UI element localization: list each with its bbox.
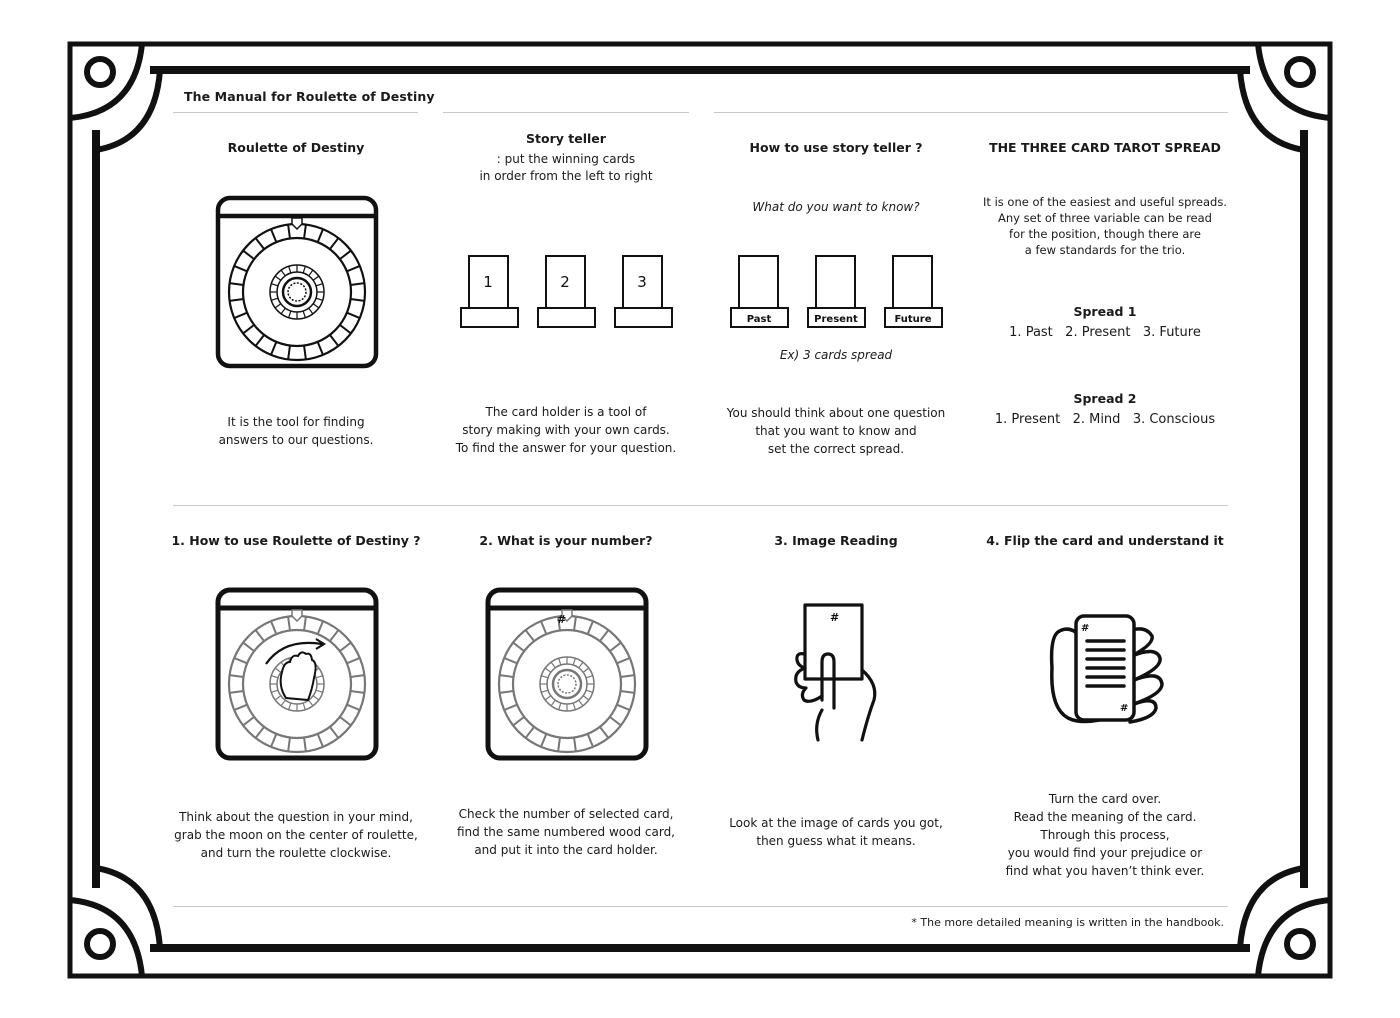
intro-line: It is one of the easiest and useful spre… <box>983 195 1227 209</box>
top-divider-right <box>714 112 1228 113</box>
description-line: The card holder is a tool of <box>485 405 647 419</box>
card-number: 1 <box>483 273 493 291</box>
card-holders-labeled: Past Present Future <box>730 255 943 328</box>
step-3-description: Look at the image of cards you got, then… <box>706 814 966 850</box>
tarot-heading: THE THREE CARD TAROT SPREAD <box>989 140 1221 155</box>
story-teller-section: Story teller : put the winning cards in … <box>446 131 686 185</box>
description-line: Look at the image of cards you got, <box>729 816 943 830</box>
description-line: It is the tool for finding <box>227 415 365 429</box>
card-marker-bottom: # <box>1120 703 1128 714</box>
description-line: and put it into the card holder. <box>474 843 658 857</box>
subtitle-line: : put the winning cards <box>496 152 636 166</box>
holder-label-past: Past <box>747 314 772 325</box>
page-title: The Manual for Roulette of Destiny <box>184 89 435 104</box>
spread-1-items: 1. Past 2. Present 3. Future <box>1009 325 1201 340</box>
description-line: answers to our questions. <box>218 433 374 447</box>
spread-2: Spread 2 1. Present 2. Mind 3. Conscious <box>975 391 1235 427</box>
intro-line: Any set of three variable can be read <box>998 211 1212 225</box>
description-line: grab the moon on the center of roulette, <box>174 828 418 842</box>
title-divider <box>173 112 418 113</box>
roulette-turn-icon <box>215 587 379 761</box>
spread-caption: Ex) 3 cards spread <box>779 348 893 362</box>
roulette-section: Roulette of Destiny <box>176 140 416 155</box>
number-marker: # <box>557 613 566 626</box>
holder-base <box>537 307 596 328</box>
spread-2-title: Spread 2 <box>1073 391 1137 406</box>
hand-flipped-card-icon: # # <box>1049 614 1164 724</box>
question-prompt: What do you want to know? <box>752 200 920 214</box>
card-number: 3 <box>637 273 647 291</box>
top-divider-mid <box>443 112 689 113</box>
step-1-heading: 1. How to use Roulette of Destiny ? <box>171 533 421 548</box>
holder-label-future: Future <box>894 314 931 325</box>
description-line: You should think about one question <box>726 406 946 420</box>
description-line: Check the number of selected card, <box>458 807 674 821</box>
step-4-description: Turn the card over. Read the meaning of … <box>975 790 1235 880</box>
spread-1-title: Spread 1 <box>1073 304 1137 319</box>
step-2-heading: 2. What is your number? <box>479 533 653 548</box>
description-line: find the same numbered wood card, <box>456 825 675 839</box>
step-4-heading: 4. Flip the card and understand it <box>986 533 1224 548</box>
card-marker-top: # <box>1081 623 1089 634</box>
hand-holding-card-icon: # <box>794 603 877 742</box>
description-line: Think about the question in your mind, <box>179 810 413 824</box>
roulette-wheel <box>215 195 379 369</box>
description-line: story making with your own cards. <box>462 423 670 437</box>
description-line: Turn the card over. <box>1048 792 1162 806</box>
description-line: Through this process, <box>1040 828 1170 842</box>
card-marker: # <box>830 611 839 624</box>
step-1-description: Think about the question in your mind, g… <box>166 808 426 862</box>
roulette-number-icon: # <box>485 587 649 761</box>
section-divider <box>173 505 1228 506</box>
how-to-story-description: You should think about one question that… <box>716 404 956 458</box>
footer-divider <box>173 906 1228 907</box>
how-to-story-section: How to use story teller ? <box>716 140 956 155</box>
roulette-heading: Roulette of Destiny <box>227 140 365 155</box>
description-line: To find the answer for your question. <box>455 441 677 455</box>
holder-base <box>614 307 673 328</box>
description-line: find what you haven’t think ever. <box>1005 864 1205 878</box>
description-line: then guess what it means. <box>756 834 916 848</box>
spread-2-items: 1. Present 2. Mind 3. Conscious <box>994 412 1216 427</box>
roulette-description: It is the tool for finding answers to ou… <box>176 413 416 449</box>
how-to-story-heading: How to use story teller ? <box>749 140 923 155</box>
card-number: 2 <box>560 273 570 291</box>
tarot-intro: It is one of the easiest and useful spre… <box>975 194 1235 258</box>
holder-base <box>460 307 519 328</box>
step-3-heading: 3. Image Reading <box>774 533 898 548</box>
footnote: * The more detailed meaning is written i… <box>911 916 1224 929</box>
card-holders-numbered: 1 2 3 <box>460 255 673 328</box>
intro-line: for the position, though there are <box>1009 227 1201 241</box>
spread-1: Spread 1 1. Past 2. Present 3. Future <box>975 304 1235 340</box>
intro-line: a few standards for the trio. <box>1024 243 1186 257</box>
description-line: that you want to know and <box>755 424 917 438</box>
subtitle-line: in order from the left to right <box>479 169 653 183</box>
description-line: you would find your prejudice or <box>1007 846 1203 860</box>
story-teller-description: The card holder is a tool of story makin… <box>446 403 686 457</box>
tarot-section: THE THREE CARD TAROT SPREAD <box>975 140 1235 155</box>
description-line: Read the meaning of the card. <box>1013 810 1197 824</box>
holder-label-present: Present <box>814 314 858 325</box>
step-2-description: Check the number of selected card, find … <box>436 805 696 859</box>
description-line: set the correct spread. <box>767 442 905 456</box>
story-teller-heading: Story teller <box>526 131 606 146</box>
description-line: and turn the roulette clockwise. <box>200 846 392 860</box>
roulette-wheel-gray <box>485 587 649 761</box>
roulette-icon <box>215 195 379 369</box>
